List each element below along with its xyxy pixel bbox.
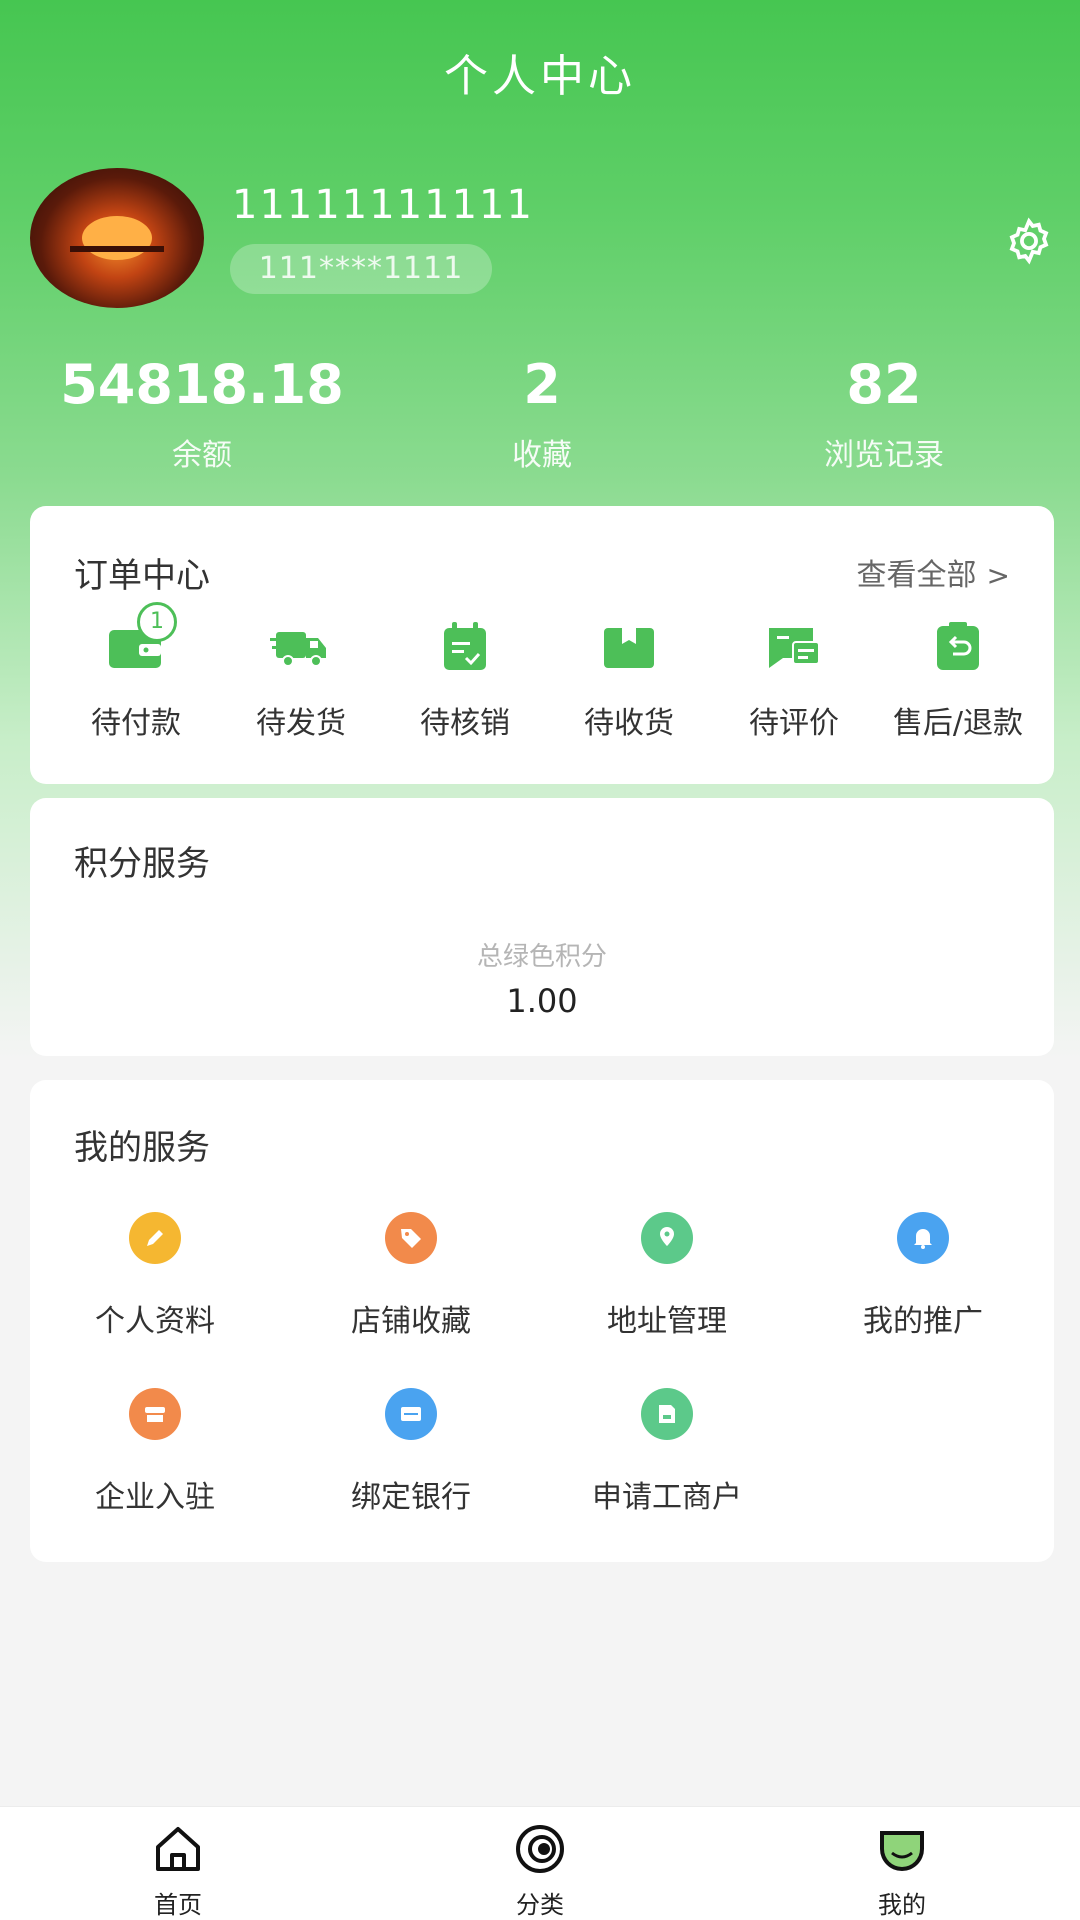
view-all-label: 查看全部 xyxy=(856,558,977,593)
order-after-sales[interactable]: 售后/退款 xyxy=(873,616,1043,746)
order-item-label: 待收货 xyxy=(584,706,674,741)
avatar-sun xyxy=(82,216,152,260)
refund-icon xyxy=(937,622,979,670)
bottom-tab-bar: 首页 分类 我的 xyxy=(0,1806,1080,1920)
tab-label: 分类 xyxy=(516,1891,564,1919)
service-shop-favorites[interactable]: 店铺收藏 xyxy=(286,1212,536,1352)
service-bind-bank[interactable]: 绑定银行 xyxy=(286,1388,536,1528)
phone-badge: 111****1111 xyxy=(230,244,492,294)
order-item-label: 待评价 xyxy=(749,706,839,741)
stat-label: 浏览记录 xyxy=(824,438,944,473)
order-item-label: 待核销 xyxy=(420,706,510,741)
stat-label: 收藏 xyxy=(512,438,572,473)
tab-label: 我的 xyxy=(878,1891,926,1919)
service-label: 绑定银行 xyxy=(351,1480,471,1515)
points-card: 积分服务 总绿色积分 1.00 xyxy=(30,798,1054,1056)
order-pending-receipt[interactable]: 待收货 xyxy=(544,616,714,746)
service-label: 个人资料 xyxy=(95,1304,215,1339)
stat-favorites[interactable]: 2 收藏 xyxy=(392,350,692,474)
pending-payment-badge: 1 xyxy=(137,602,177,642)
stat-label: 余额 xyxy=(172,438,232,473)
comment-icon xyxy=(769,628,820,668)
bell-icon xyxy=(897,1212,949,1264)
card-icon xyxy=(385,1388,437,1440)
shop-icon xyxy=(129,1388,181,1440)
stat-value: 82 xyxy=(846,353,922,416)
service-enterprise[interactable]: 企业入驻 xyxy=(30,1388,280,1528)
truck-icon xyxy=(270,632,326,667)
location-icon xyxy=(641,1212,693,1264)
tab-home[interactable]: 首页 xyxy=(88,1807,268,1920)
tab-category[interactable]: 分类 xyxy=(450,1807,630,1920)
order-center-title: 订单中心 xyxy=(74,556,210,596)
calendar-check-icon xyxy=(444,622,486,670)
document-icon xyxy=(641,1388,693,1440)
stat-balance[interactable]: 54818.18 余额 xyxy=(52,350,352,474)
tag-icon xyxy=(385,1212,437,1264)
avatar[interactable] xyxy=(30,168,204,308)
package-icon xyxy=(604,628,654,668)
service-label: 店铺收藏 xyxy=(351,1304,471,1339)
points-title: 积分服务 xyxy=(74,844,210,884)
avatar-horizon xyxy=(70,246,164,252)
mine-icon xyxy=(880,1831,924,1871)
stat-value: 2 xyxy=(523,353,561,416)
tab-label: 首页 xyxy=(154,1891,202,1919)
services-card: 我的服务 个人资料 店铺收藏 地址管理 我的推广 企业入驻 绑定银行 申请工商户 xyxy=(30,1080,1054,1562)
services-title: 我的服务 xyxy=(74,1128,210,1168)
view-all-orders-link[interactable]: 查看全部 > xyxy=(857,550,1010,594)
service-label: 我的推广 xyxy=(863,1304,983,1339)
order-pending-shipment[interactable]: 待发货 xyxy=(216,616,386,746)
service-label: 企业入驻 xyxy=(95,1480,215,1515)
service-label: 地址管理 xyxy=(607,1304,727,1339)
stat-history[interactable]: 82 浏览记录 xyxy=(734,350,1034,474)
order-pending-verify[interactable]: 待核销 xyxy=(380,616,550,746)
pencil-icon xyxy=(129,1212,181,1264)
stat-value: 54818.18 xyxy=(60,353,344,416)
stats-row: 54818.18 余额 2 收藏 82 浏览记录 xyxy=(0,350,1080,480)
service-promotion[interactable]: 我的推广 xyxy=(798,1212,1048,1352)
order-item-label: 待付款 xyxy=(91,706,181,741)
page-title: 个人中心 xyxy=(444,51,636,102)
points-label: 总绿色积分 xyxy=(476,942,607,972)
order-pending-review[interactable]: 待评价 xyxy=(709,616,879,746)
chevron-right-icon: > xyxy=(986,559,1010,592)
order-pending-payment[interactable]: 1 待付款 xyxy=(51,602,221,746)
home-icon xyxy=(156,1827,200,1871)
gear-icon[interactable] xyxy=(1004,216,1054,266)
order-center-card: 订单中心 查看全部 > 1 待付款 待发货 待核销 待收货 待评价 售后/退款 xyxy=(30,506,1054,784)
order-item-label: 售后/退款 xyxy=(892,706,1024,741)
tab-mine[interactable]: 我的 xyxy=(812,1807,992,1920)
points-value[interactable]: 1.00 xyxy=(30,982,1054,1020)
service-apply-merchant[interactable]: 申请工商户 xyxy=(542,1388,792,1528)
service-label: 申请工商户 xyxy=(592,1480,742,1515)
username: 11111111111 xyxy=(232,182,534,228)
service-address[interactable]: 地址管理 xyxy=(542,1212,792,1352)
category-icon xyxy=(516,1825,564,1873)
order-item-label: 待发货 xyxy=(256,706,346,741)
service-profile[interactable]: 个人资料 xyxy=(30,1212,280,1352)
